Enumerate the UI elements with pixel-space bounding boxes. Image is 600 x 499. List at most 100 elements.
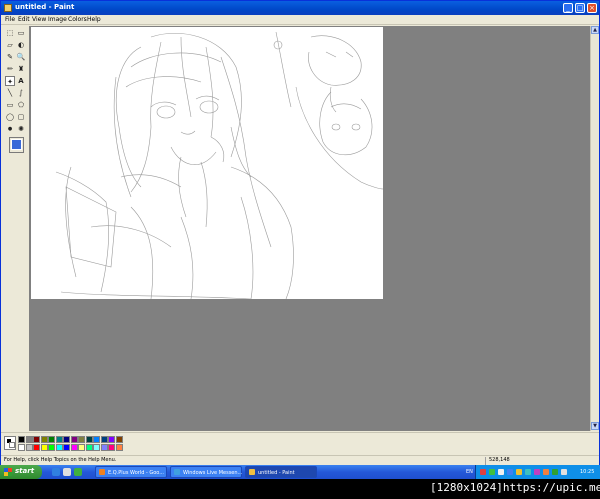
palette-swatch[interactable]: [40, 443, 48, 451]
menu-image[interactable]: Image: [48, 16, 67, 23]
palette-swatch[interactable]: [115, 443, 123, 451]
rounded-rectangle-icon[interactable]: ▢: [16, 112, 26, 122]
palette-swatch[interactable]: [18, 443, 25, 451]
paint-icon: [249, 469, 255, 475]
toolbox: ⬚ ▭ ▱ ◐ ✎ 🔍 ✏ ♜ ✦ A ╲ ∫ ▭ ⬠ ◯ ▢ ● ✺: [3, 26, 27, 431]
clock[interactable]: 10:25: [580, 469, 594, 475]
palette-swatch[interactable]: [70, 443, 78, 451]
palette-swatch[interactable]: [115, 436, 123, 443]
text-tool-icon[interactable]: A: [16, 76, 26, 86]
start-label: start: [15, 467, 35, 475]
palette-swatch[interactable]: [63, 436, 70, 443]
brush-shape-star-icon[interactable]: ✺: [16, 124, 26, 134]
taskbar-item-label: E.Q.Plus World - Goo...: [108, 470, 165, 476]
tray-icon-9[interactable]: [552, 469, 558, 475]
palette-swatch[interactable]: [55, 436, 63, 443]
menu-file[interactable]: File: [5, 16, 15, 23]
windows-logo-icon: [4, 468, 12, 476]
palette-swatch[interactable]: [48, 436, 55, 443]
quicklaunch-ie-icon[interactable]: [52, 468, 60, 476]
menu-colors[interactable]: Colors: [68, 16, 87, 23]
title-bar[interactable]: untitled - Paint _ □ ×: [1, 1, 599, 15]
tray-icon-6[interactable]: [525, 469, 531, 475]
palette-swatch[interactable]: [33, 436, 40, 443]
palette-swatch[interactable]: [18, 436, 25, 443]
tray-icon-4[interactable]: [507, 469, 513, 475]
start-button[interactable]: start: [0, 465, 42, 479]
polygon-icon[interactable]: ⬠: [16, 100, 26, 110]
tray-icon-7[interactable]: [534, 469, 540, 475]
scroll-down-arrow[interactable]: ▼: [591, 422, 599, 430]
close-button[interactable]: ×: [587, 3, 597, 13]
tray-icon-8[interactable]: [543, 469, 549, 475]
taskbar: start E.Q.Plus World - Goo... Windows Li…: [0, 465, 600, 479]
magnifier-icon[interactable]: 🔍: [16, 52, 26, 62]
window-title: untitled - Paint: [15, 3, 75, 11]
palette-swatch[interactable]: [85, 436, 93, 443]
airbrush-icon[interactable]: ✦: [5, 76, 15, 86]
palette-swatch[interactable]: [25, 436, 33, 443]
scroll-up-arrow[interactable]: ▲: [591, 26, 599, 34]
ellipse-icon[interactable]: ◯: [5, 112, 15, 122]
paint-app-icon[interactable]: [4, 4, 12, 12]
line-icon[interactable]: ╲: [5, 88, 15, 98]
menu-help[interactable]: Help: [87, 16, 101, 23]
taskbar-item-browser[interactable]: E.Q.Plus World - Goo...: [95, 466, 167, 478]
palette-swatch[interactable]: [108, 443, 115, 451]
pencil-icon[interactable]: ✏: [5, 64, 15, 74]
messenger-icon: [174, 469, 180, 475]
volume-icon[interactable]: [561, 469, 567, 475]
system-tray: 10:25: [475, 465, 600, 479]
quicklaunch-messenger-icon[interactable]: [74, 468, 82, 476]
palette-swatch[interactable]: [100, 436, 108, 443]
palette-swatch[interactable]: [78, 443, 85, 451]
current-colors-indicator[interactable]: [4, 436, 16, 450]
vertical-scrollbar[interactable]: ▲ ▼: [590, 26, 599, 431]
tray-icon-3[interactable]: [498, 469, 504, 475]
taskbar-item-messenger[interactable]: Windows Live Messen...: [170, 466, 242, 478]
browser-icon: [99, 469, 105, 475]
status-bar: For Help, click Help Topics on the Help …: [1, 455, 599, 465]
quicklaunch-desktop-icon[interactable]: [63, 468, 71, 476]
palette-swatch[interactable]: [85, 443, 93, 451]
palette-swatch[interactable]: [78, 436, 85, 443]
menu-edit[interactable]: Edit: [18, 16, 30, 23]
canvas-workspace: [29, 26, 590, 431]
tool-option-selected[interactable]: [11, 139, 22, 150]
menu-view[interactable]: View: [32, 16, 46, 23]
fill-with-color-icon[interactable]: ◐: [16, 40, 26, 50]
palette-swatch[interactable]: [55, 443, 63, 451]
taskbar-item-paint[interactable]: untitled - Paint: [245, 466, 317, 478]
palette-swatch[interactable]: [93, 443, 100, 451]
tray-icon-5[interactable]: [516, 469, 522, 475]
drawing-canvas[interactable]: [31, 27, 383, 299]
menu-bar: File Edit View Image Colors Help: [1, 15, 599, 25]
maximize-button[interactable]: □: [575, 3, 585, 13]
status-help-text: For Help, click Help Topics on the Help …: [4, 457, 117, 463]
curve-icon[interactable]: ∫: [16, 88, 26, 98]
tray-icon-2[interactable]: [489, 469, 495, 475]
palette-swatch[interactable]: [40, 436, 48, 443]
palette-swatch[interactable]: [93, 436, 100, 443]
brush-shape-dot-icon[interactable]: ●: [5, 124, 15, 134]
palette-swatch[interactable]: [33, 443, 40, 451]
free-form-select-icon[interactable]: ⬚: [5, 28, 15, 38]
rectangle-icon[interactable]: ▭: [5, 100, 15, 110]
palette-swatch[interactable]: [48, 443, 55, 451]
minimize-button[interactable]: _: [563, 3, 573, 13]
eraser-icon[interactable]: ▱: [5, 40, 15, 50]
select-icon[interactable]: ▭: [16, 28, 26, 38]
palette-swatch[interactable]: [100, 443, 108, 451]
tray-icon-1[interactable]: [480, 469, 486, 475]
palette-swatch[interactable]: [25, 443, 33, 451]
taskbar-item-label: untitled - Paint: [258, 470, 295, 476]
palette-swatch[interactable]: [63, 443, 70, 451]
palette-swatch[interactable]: [108, 436, 115, 443]
tool-options-panel[interactable]: [9, 137, 24, 153]
paint-window: untitled - Paint _ □ × File Edit View Im…: [0, 0, 600, 479]
brush-icon[interactable]: ♜: [16, 64, 26, 74]
language-indicator[interactable]: EN: [466, 469, 473, 475]
cursor-coordinates: 528,148: [489, 457, 510, 463]
pick-color-icon[interactable]: ✎: [5, 52, 15, 62]
palette-swatch[interactable]: [70, 436, 78, 443]
